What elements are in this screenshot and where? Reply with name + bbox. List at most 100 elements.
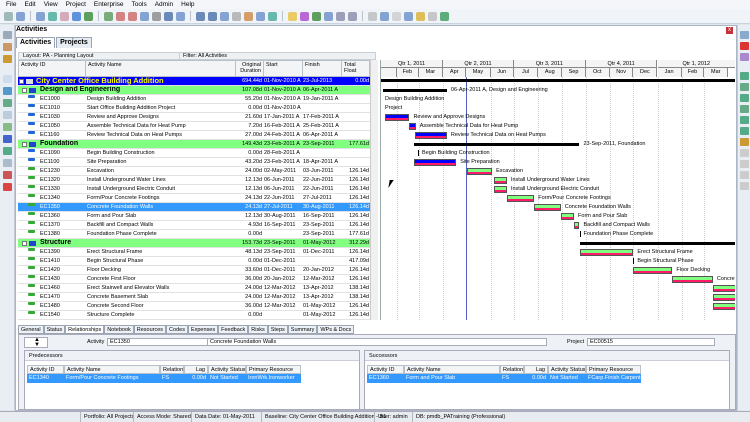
dock-tool-icon[interactable]	[740, 116, 749, 124]
dock-tool-icon[interactable]	[3, 31, 12, 39]
column-header[interactable]: Activity Status	[208, 365, 246, 374]
column-header[interactable]: Primary Resource	[246, 365, 301, 374]
toolbar-button-icon[interactable]	[116, 11, 125, 21]
column-header[interactable]: Primary Resource	[586, 365, 641, 374]
toolbar-button-icon[interactable]	[16, 11, 25, 21]
toolbar-button-icon[interactable]	[348, 11, 357, 21]
relationship-cell[interactable]: Form and Pour Slab	[404, 374, 500, 383]
detail-tab-wps-docs[interactable]: WPs & Docs	[317, 325, 355, 334]
column-header[interactable]: Activity Name	[64, 365, 160, 374]
column-header[interactable]: Lag	[524, 365, 548, 374]
dock-tool-icon[interactable]	[3, 111, 12, 119]
toolbar-button-icon[interactable]	[60, 11, 69, 21]
relationship-cell[interactable]: EC1360	[367, 374, 404, 383]
detail-tab-general[interactable]: General	[18, 325, 44, 334]
activity-row[interactable]: EC1360 Form and Pour Slab 12.13d 30-Aug-201…	[18, 212, 370, 221]
dock-tool-icon[interactable]	[3, 183, 12, 191]
dock-tool-icon[interactable]	[3, 159, 12, 167]
dock-tool-icon[interactable]	[740, 94, 749, 102]
wbs-row[interactable]: Foundation 149.43d 23-Feb-2011 A 23-Sep-201…	[18, 140, 370, 149]
menu-admin[interactable]: Admin	[155, 1, 173, 8]
layout-dropdown[interactable]: Layout: PA - Planning Layout	[23, 53, 94, 60]
activity-row[interactable]: EC1330 Install Underground Electric Condu…	[18, 185, 370, 194]
dock-tool-icon[interactable]	[3, 99, 12, 107]
toolbar-button-icon[interactable]	[128, 11, 137, 21]
expand-collapse-toggle[interactable]	[22, 241, 27, 246]
relationship-cell[interactable]: Not Started	[208, 374, 246, 383]
dock-tool-icon[interactable]	[740, 127, 749, 135]
menu-enterprise[interactable]: Enterprise	[94, 1, 124, 8]
wbs-row[interactable]: City Center Office Building Addition 694.…	[18, 77, 370, 86]
dock-tool-icon[interactable]	[740, 149, 749, 157]
relationship-cell[interactable]: Not Started	[548, 374, 586, 383]
toolbar-button-icon[interactable]	[404, 11, 413, 21]
toolbar-button-icon[interactable]	[256, 11, 265, 21]
activity-row[interactable]: EC1030 Review and Approve Designs 21.60d 17…	[18, 113, 370, 122]
detail-tab-summary[interactable]: Summary	[287, 325, 318, 334]
toolbar-button-icon[interactable]	[288, 11, 297, 21]
menu-view[interactable]: View	[44, 1, 58, 8]
toolbar-button-icon[interactable]	[336, 11, 345, 21]
toolbar-button-icon[interactable]	[392, 11, 401, 21]
col-activity-id[interactable]: Activity ID	[19, 61, 86, 77]
column-header[interactable]: Activity ID	[27, 365, 64, 374]
column-header[interactable]: Relations	[500, 365, 524, 374]
prev-next-stepper[interactable]: ▲ ▼	[24, 337, 48, 348]
relationship-cell[interactable]: 0.00d	[184, 374, 208, 383]
dock-tool-icon[interactable]	[740, 160, 749, 168]
menu-help[interactable]: Help	[181, 1, 194, 8]
activity-id-field[interactable]: EC1350	[107, 338, 217, 346]
detail-tab-status[interactable]: Status	[43, 325, 66, 334]
toolbar-button-icon[interactable]	[140, 11, 149, 21]
activity-row[interactable]: EC1370 Backfill and Compact Walls 4.93d 16-…	[18, 221, 370, 230]
activity-row[interactable]: EC1230 Excavation 24.00d 02-May-2011 03-Jun-…	[18, 167, 370, 176]
column-header[interactable]: Activity ID	[367, 365, 404, 374]
dock-tool-icon[interactable]	[3, 55, 12, 63]
detail-tab-codes[interactable]: Codes	[166, 325, 188, 334]
relationship-cell[interactable]: Form/Pour Concrete Footings	[64, 374, 160, 383]
dock-tool-icon[interactable]	[3, 123, 12, 131]
activity-row[interactable]: EC1480 Concrete Second Floor 36.00d 12-Mar-…	[18, 302, 370, 311]
activity-row[interactable]: EC1090 Begin Building Construction 0.00d 28…	[18, 149, 370, 158]
tab-projects[interactable]: Projects	[56, 37, 92, 48]
col-total-float[interactable]: Total Float	[342, 61, 371, 77]
toolbar-button-icon[interactable]	[104, 11, 113, 21]
expand-collapse-toggle[interactable]	[19, 79, 24, 84]
dock-tool-icon[interactable]	[740, 42, 749, 50]
activity-row[interactable]: EC1540 Structure Complete 0.00d 01-May-2012…	[18, 311, 370, 320]
toolbar-button-icon[interactable]	[244, 11, 253, 21]
menu-project[interactable]: Project	[66, 1, 86, 8]
dock-tool-icon[interactable]	[740, 182, 749, 190]
dock-tool-icon[interactable]	[3, 171, 12, 179]
toolbar-button-icon[interactable]	[196, 11, 205, 21]
column-header[interactable]: Activity Status	[548, 365, 586, 374]
activity-row[interactable]: EC1460 Erect Stairwell and Elevator Walls…	[18, 284, 370, 293]
toolbar-button-icon[interactable]	[268, 11, 277, 21]
column-header[interactable]: Relations	[160, 365, 184, 374]
toolbar-button-icon[interactable]	[428, 11, 437, 21]
col-original-duration[interactable]: Original Duration	[236, 61, 264, 77]
dock-tool-icon[interactable]	[740, 83, 749, 91]
col-finish[interactable]: Finish	[303, 61, 342, 77]
detail-tab-resources[interactable]: Resources	[133, 325, 167, 334]
toolbar-button-icon[interactable]	[48, 11, 57, 21]
activity-row[interactable]: EC1000 Design Building Addition 55.20d 01-N…	[18, 95, 370, 104]
toolbar-button-icon[interactable]	[380, 11, 389, 21]
menu-edit[interactable]: Edit	[24, 1, 35, 8]
toolbar-button-icon[interactable]	[232, 11, 241, 21]
table-vertical-scrollbar[interactable]	[370, 60, 378, 320]
toolbar-button-icon[interactable]	[152, 11, 161, 21]
activity-row[interactable]: EC1340 Form/Pour Concrete Footings 24.13d 2…	[18, 194, 370, 203]
dock-tool-icon[interactable]	[740, 53, 749, 61]
filter-label[interactable]: Filter: All Activities	[179, 53, 227, 60]
detail-tab-expenses[interactable]: Expenses	[187, 325, 219, 334]
relationship-cell[interactable]: FS	[160, 374, 184, 383]
activity-row[interactable]: EC1010 Start Office Building Addition Pro…	[18, 104, 370, 113]
column-header[interactable]: Activity Name	[404, 365, 500, 374]
activity-row[interactable]: EC1390 Erect Structural Frame 48.13d 23-Sep…	[18, 248, 370, 257]
toolbar-button-icon[interactable]	[440, 11, 449, 21]
toolbar-button-icon[interactable]	[220, 11, 229, 21]
activity-row[interactable]: EC1320 Install Underground Water Lines 12.…	[18, 176, 370, 185]
project-field[interactable]: EC00515	[587, 338, 715, 346]
wbs-row[interactable]: Design and Engineering 107.08d 01-Nov-2010…	[18, 86, 370, 95]
